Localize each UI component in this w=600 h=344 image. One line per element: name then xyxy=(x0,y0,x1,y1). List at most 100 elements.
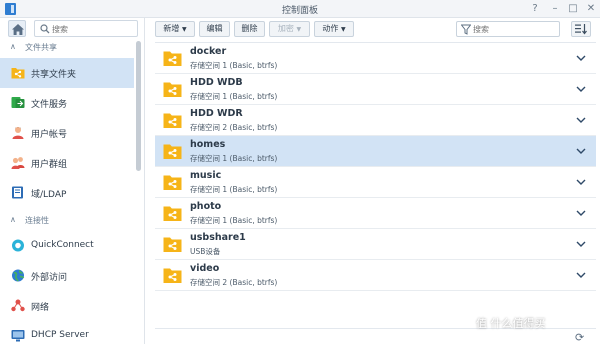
sidebar-item-external-access[interactable]: 外部访问 xyxy=(0,261,134,291)
section-connectivity[interactable]: ∧ 连接性 xyxy=(0,213,134,227)
network-icon xyxy=(11,299,25,312)
chevron-down-icon[interactable] xyxy=(575,52,587,64)
folder-volume: 存储空间 1 (Basic, btrfs) xyxy=(190,185,278,194)
action-button[interactable]: 动作 ▼ xyxy=(314,21,354,37)
sidebar-item-label: 文件服务 xyxy=(31,100,68,110)
folder-volume: 存储空间 1 (Basic, btrfs) xyxy=(190,216,278,225)
sidebar-item-domain-ldap[interactable]: 域/LDAP xyxy=(0,178,134,208)
chevron-down-icon[interactable] xyxy=(575,83,587,95)
sidebar-item-network[interactable]: 网络 xyxy=(0,291,134,321)
folder-volume: 存储空间 1 (Basic, btrfs) xyxy=(190,154,278,163)
chevron-up-icon: ∧ xyxy=(10,215,16,224)
user-icon xyxy=(12,127,24,139)
folder-row-photo[interactable]: photo 存储空间 1 (Basic, btrfs) xyxy=(155,198,596,229)
watermark: 值 什么值得买 xyxy=(476,317,546,330)
domain-ldap-icon xyxy=(12,186,23,199)
sidebar-search-field[interactable] xyxy=(34,20,138,37)
sidebar-search-input[interactable] xyxy=(52,23,134,35)
create-button[interactable]: 新增 ▼ xyxy=(155,21,195,37)
folder-name: usbshare1 xyxy=(190,232,246,243)
sidebar-top-bar xyxy=(0,18,145,39)
sidebar-item-shared-folder[interactable]: 共享文件夹 xyxy=(0,58,134,88)
close-button[interactable]: ✕ xyxy=(584,2,598,16)
sidebar-item-dhcp-server[interactable]: DHCP Server xyxy=(0,321,134,344)
folder-name: music xyxy=(190,170,222,181)
folder-volume: 存储空间 2 (Basic, btrfs) xyxy=(190,123,278,132)
shared-folder-icon xyxy=(163,113,182,128)
folder-volume: 存储空间 1 (Basic, btrfs) xyxy=(190,61,278,70)
group-icon xyxy=(11,157,25,169)
maximize-button[interactable]: □ xyxy=(566,2,580,16)
sidebar-item-label: 用户群组 xyxy=(31,160,68,170)
sidebar-item-label: 共享文件夹 xyxy=(31,70,77,80)
home-icon xyxy=(12,24,24,35)
section-label: 文件共享 xyxy=(25,43,57,52)
filter-icon xyxy=(461,24,471,35)
folder-row-usbshare1[interactable]: usbshare1 USB设备 xyxy=(155,229,596,260)
folder-volume: 存储空间 1 (Basic, btrfs) xyxy=(190,92,278,101)
sidebar-item-label: 用户帐号 xyxy=(31,130,68,140)
shared-folder-icon xyxy=(163,206,182,221)
sidebar-item-label: 外部访问 xyxy=(31,273,68,283)
delete-button[interactable]: 删除 xyxy=(234,21,265,37)
file-services-icon xyxy=(11,97,25,108)
sidebar-item-quickconnect[interactable]: QuickConnect xyxy=(0,231,134,261)
shared-folder-icon xyxy=(163,175,182,190)
sidebar-item-group[interactable]: 用户群组 xyxy=(0,148,134,178)
folder-row-hdd-wdr[interactable]: HDD WDR 存储空间 2 (Basic, btrfs) xyxy=(155,105,596,136)
chevron-down-icon[interactable] xyxy=(575,114,587,126)
sidebar-scrollbar[interactable] xyxy=(136,41,141,171)
shared-folder-icon xyxy=(163,268,182,283)
home-button[interactable] xyxy=(8,20,26,37)
folder-volume: USB设备 xyxy=(190,247,221,256)
caret-down-icon: ▼ xyxy=(296,26,302,33)
folder-name: video xyxy=(190,263,220,274)
encrypt-button-label: 加密 xyxy=(277,24,294,33)
chevron-down-icon[interactable] xyxy=(575,269,587,281)
sidebar-item-label: 域/LDAP xyxy=(31,190,67,200)
sidebar-item-file-services[interactable]: 文件服务 xyxy=(0,88,134,118)
chevron-down-icon[interactable] xyxy=(575,176,587,188)
quickconnect-icon xyxy=(12,239,24,252)
sidebar-item-label: DHCP Server xyxy=(31,330,89,340)
folder-name: docker xyxy=(190,46,227,57)
encrypt-button[interactable]: 加密 ▼ xyxy=(269,21,310,37)
main-panel: 新增 ▼ 编辑 删除 加密 ▼ 动作 ▼ 搜索 docker 存储空间 1 (B… xyxy=(146,18,600,344)
section-file-sharing[interactable]: ∧ 文件共享 xyxy=(0,40,134,54)
folder-row-video[interactable]: video 存储空间 2 (Basic, btrfs) xyxy=(155,260,596,291)
sidebar-item-label: QuickConnect xyxy=(31,240,94,250)
filter-search-input[interactable] xyxy=(473,24,557,35)
chevron-up-icon: ∧ xyxy=(10,42,16,51)
folder-row-homes[interactable]: homes 存储空间 1 (Basic, btrfs) xyxy=(155,136,596,167)
folder-name: HDD WDB xyxy=(190,77,243,88)
minimize-button[interactable]: – xyxy=(548,2,562,16)
folder-row-music[interactable]: music 存储空间 1 (Basic, btrfs) xyxy=(155,167,596,198)
globe-icon xyxy=(12,269,25,282)
refresh-icon[interactable]: ⟳ xyxy=(575,331,584,344)
sidebar-item-user[interactable]: 用户帐号 xyxy=(0,118,134,148)
chevron-down-icon[interactable] xyxy=(575,207,587,219)
folder-volume: 存储空间 2 (Basic, btrfs) xyxy=(190,278,278,287)
folder-name: photo xyxy=(190,201,222,212)
window-title: 控制面板 xyxy=(281,6,318,16)
folder-name: HDD WDR xyxy=(190,108,243,119)
shared-folder-icon xyxy=(163,144,182,159)
help-button[interactable]: ? xyxy=(528,2,542,16)
folder-row-hdd-wdb[interactable]: HDD WDB 存储空间 1 (Basic, btrfs) xyxy=(155,74,596,105)
sort-button[interactable] xyxy=(571,21,591,37)
shared-folder-icon xyxy=(163,82,182,97)
create-button-label: 新增 xyxy=(163,24,180,33)
action-button-label: 动作 xyxy=(322,24,339,33)
shared-folder-list: docker 存储空间 1 (Basic, btrfs) HDD WDB 存储空… xyxy=(155,42,596,342)
shared-folder-icon xyxy=(163,51,182,66)
chevron-down-icon[interactable] xyxy=(575,145,587,157)
filter-search-field[interactable] xyxy=(456,21,560,37)
sort-icon xyxy=(575,24,587,35)
sidebar-item-label: 网络 xyxy=(31,303,50,313)
search-icon xyxy=(40,24,50,34)
folder-row-docker[interactable]: docker 存储空间 1 (Basic, btrfs) xyxy=(155,43,596,74)
title-bar: 控制面板 ? – □ ✕ xyxy=(0,0,600,18)
chevron-down-icon[interactable] xyxy=(575,238,587,250)
edit-button[interactable]: 编辑 xyxy=(199,21,230,37)
caret-down-icon: ▼ xyxy=(340,26,346,33)
